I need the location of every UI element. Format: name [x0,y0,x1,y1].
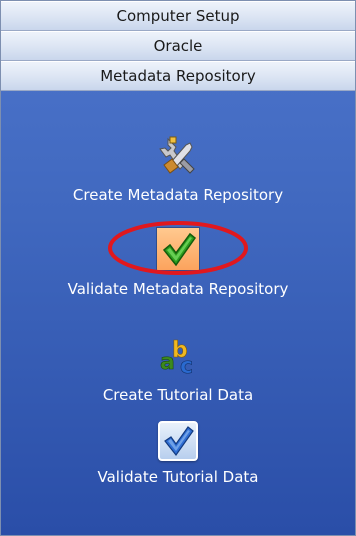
nav-button-oracle[interactable]: Oracle [1,31,355,61]
validate-metadata-repository-label: Validate Metadata Repository [67,280,289,298]
validate-tutorial-data-item[interactable]: Validate Tutorial Data [1,421,355,487]
nav-button-metadata-repository[interactable]: Metadata Repository [1,61,355,91]
create-metadata-repository-label: Create Metadata Repository [72,186,284,204]
check-box-icon [158,421,198,461]
nav-button-label: Metadata Repository [100,67,256,85]
validate-tutorial-data-label: Validate Tutorial Data [97,468,259,486]
tools-icon [159,136,195,174]
create-tutorial-data-label: Create Tutorial Data [102,386,254,404]
nav-button-label: Computer Setup [116,7,240,25]
abc-icon: a b c [160,338,194,379]
selected-tile [156,227,200,271]
checkmark-icon [162,232,197,267]
create-metadata-repository-item[interactable]: Create Metadata Repository [1,135,355,205]
nav-button-computer-setup[interactable]: Computer Setup [1,1,355,31]
svg-text:c: c [180,354,193,379]
nav-button-label: Oracle [153,37,203,55]
validate-metadata-repository-item[interactable]: Validate Metadata Repository [1,227,355,299]
create-tutorial-data-item[interactable]: a b c Create Tutorial Data [1,335,355,405]
navigation-panel: Computer Setup Oracle Metadata Repositor… [0,0,356,536]
